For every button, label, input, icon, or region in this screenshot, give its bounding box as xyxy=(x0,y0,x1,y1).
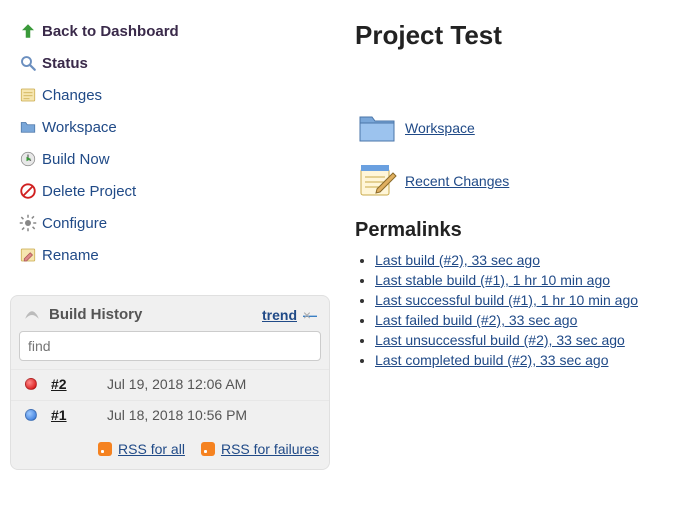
history-icon xyxy=(23,308,41,322)
permalink-link[interactable]: Last completed build (#2), 33 sec ago xyxy=(375,352,608,368)
nav-back-to-dashboard[interactable]: Back to Dashboard xyxy=(10,15,330,47)
status-ball-failed xyxy=(25,378,37,390)
permalink-item: Last successful build (#1), 1 hr 10 min … xyxy=(375,292,677,308)
build-number-link[interactable]: #1 xyxy=(51,407,107,423)
permalinks-title: Permalinks xyxy=(355,219,677,242)
trend-link[interactable]: trend xyxy=(262,307,297,323)
rss-failures-link[interactable]: RSS for failures xyxy=(201,441,319,457)
permalink-link[interactable]: Last failed build (#2), 33 sec ago xyxy=(375,312,577,328)
clock-play-icon xyxy=(14,150,42,168)
permalink-item: Last completed build (#2), 33 sec ago xyxy=(375,352,677,368)
rss-icon xyxy=(201,442,215,456)
nav-workspace[interactable]: Workspace xyxy=(10,111,330,143)
clear-search-icon[interactable]: × xyxy=(303,307,311,323)
permalink-item: Last build (#2), 33 sec ago xyxy=(375,252,677,268)
build-timestamp: Jul 19, 2018 12:06 AM xyxy=(107,376,246,392)
workspace-link-row: Workspace xyxy=(355,111,677,145)
permalinks-list: Last build (#2), 33 sec ago Last stable … xyxy=(375,252,677,368)
permalink-link[interactable]: Last build (#2), 33 sec ago xyxy=(375,252,540,268)
nav-label: Back to Dashboard xyxy=(42,23,179,40)
folder-large-icon xyxy=(355,111,399,145)
nav-status[interactable]: Status xyxy=(10,47,330,79)
nav-label: Rename xyxy=(42,247,99,264)
nav-configure[interactable]: Configure xyxy=(10,207,330,239)
build-timestamp: Jul 18, 2018 10:56 PM xyxy=(107,407,247,423)
rss-failures-label: RSS for failures xyxy=(221,441,319,457)
up-arrow-icon xyxy=(14,22,42,40)
permalink-item: Last unsuccessful build (#2), 33 sec ago xyxy=(375,332,677,348)
build-row[interactable]: #1 Jul 18, 2018 10:56 PM xyxy=(11,400,329,431)
rss-icon xyxy=(98,442,112,456)
nav-label: Workspace xyxy=(42,119,117,136)
nav-label: Build Now xyxy=(42,151,110,168)
rename-icon xyxy=(14,246,42,264)
recent-changes-link[interactable]: Recent Changes xyxy=(405,173,509,189)
nav-label: Configure xyxy=(42,215,107,232)
folder-icon xyxy=(14,118,42,136)
build-row[interactable]: #2 Jul 19, 2018 12:06 AM xyxy=(11,369,329,400)
nav-label: Delete Project xyxy=(42,183,136,200)
nav-build-now[interactable]: Build Now xyxy=(10,143,330,175)
nav-delete-project[interactable]: Delete Project xyxy=(10,175,330,207)
permalink-link[interactable]: Last successful build (#1), 1 hr 10 min … xyxy=(375,292,638,308)
gear-icon xyxy=(14,214,42,232)
no-entry-icon xyxy=(14,182,42,200)
nav-rename[interactable]: Rename xyxy=(10,239,330,271)
search-icon xyxy=(14,54,42,72)
permalink-link[interactable]: Last unsuccessful build (#2), 33 sec ago xyxy=(375,332,625,348)
nav-label: Status xyxy=(42,55,88,72)
notes-icon xyxy=(14,86,42,104)
build-history-title: Build History xyxy=(49,306,142,323)
main-content: Project Test Workspace Recent Changes Pe… xyxy=(340,0,692,480)
sidebar: Back to Dashboard Status Changes Workspa… xyxy=(0,0,340,480)
workspace-link[interactable]: Workspace xyxy=(405,120,475,136)
find-input[interactable] xyxy=(19,331,321,361)
permalink-link[interactable]: Last stable build (#1), 1 hr 10 min ago xyxy=(375,272,610,288)
recent-changes-link-row: Recent Changes xyxy=(355,163,677,199)
rss-all-label: RSS for all xyxy=(118,441,185,457)
rss-all-link[interactable]: RSS for all xyxy=(98,441,185,457)
permalink-item: Last failed build (#2), 33 sec ago xyxy=(375,312,677,328)
nav-label: Changes xyxy=(42,87,102,104)
permalink-item: Last stable build (#1), 1 hr 10 min ago xyxy=(375,272,677,288)
build-number-link[interactable]: #2 xyxy=(51,376,107,392)
nav-changes[interactable]: Changes xyxy=(10,79,330,111)
page-title: Project Test xyxy=(355,20,677,51)
notepad-pencil-icon xyxy=(355,163,399,199)
build-history-panel: Build History trend — × #2 Jul 19, 2018 … xyxy=(10,295,330,470)
status-ball-success xyxy=(25,409,37,421)
